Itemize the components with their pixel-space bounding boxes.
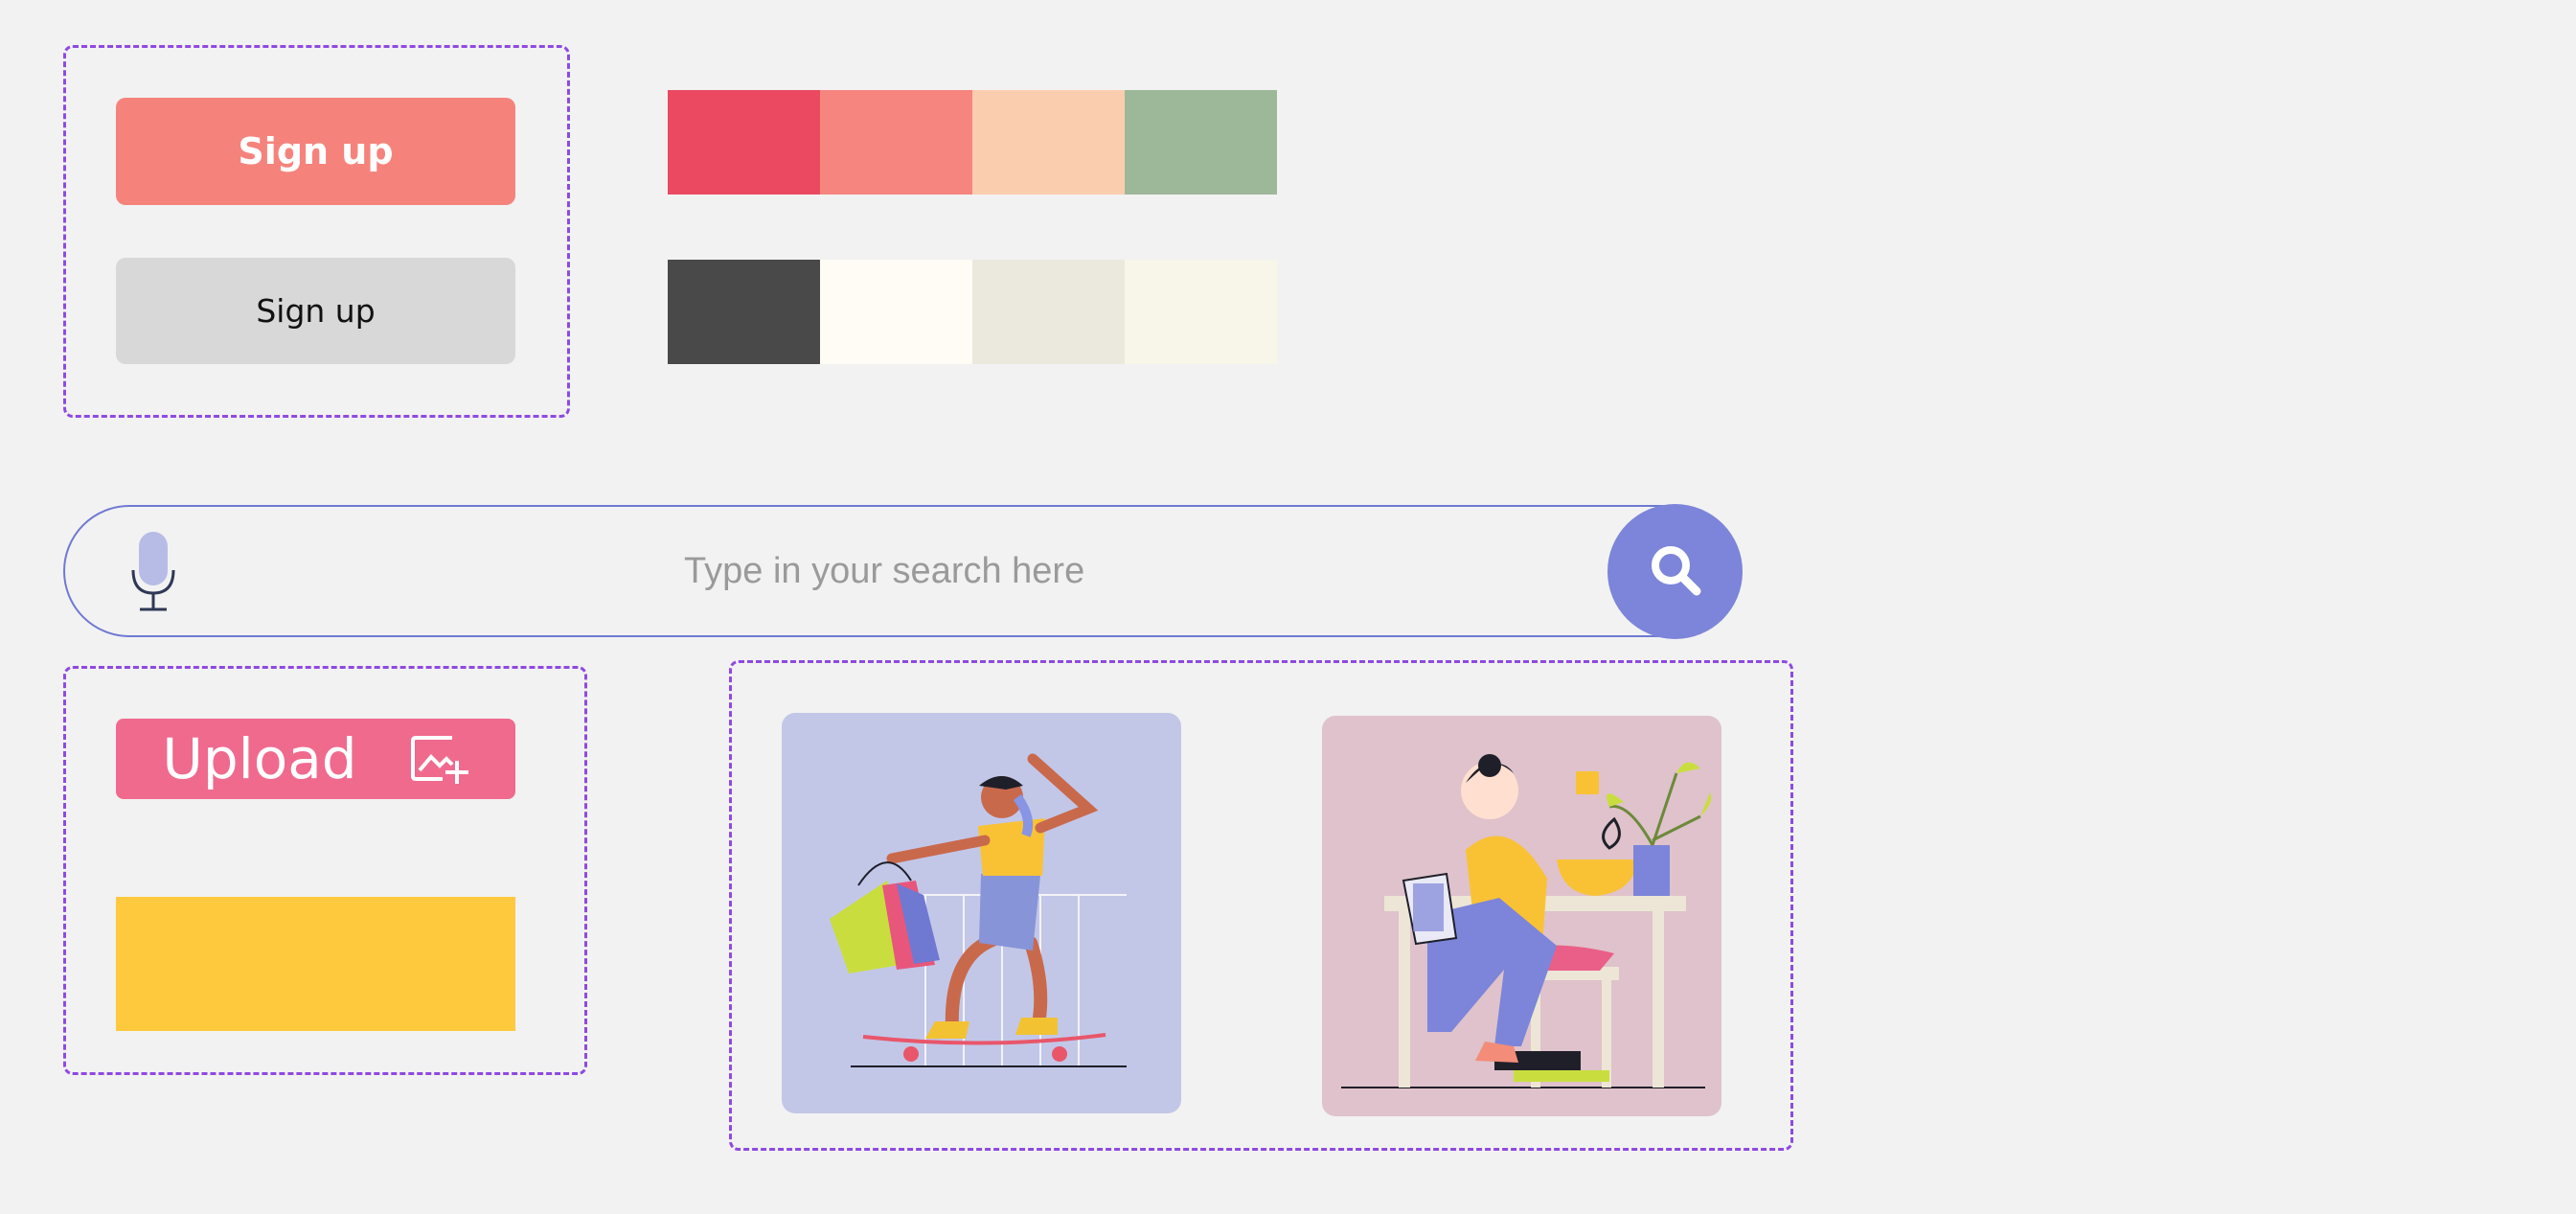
swatch-sage xyxy=(1125,90,1277,195)
skateboarder-illustration xyxy=(782,713,1181,1113)
sign-up-primary-button[interactable]: Sign up xyxy=(116,98,515,205)
color-palette-row-2 xyxy=(668,260,1277,364)
swatch-cream xyxy=(1125,260,1277,364)
search-bar[interactable]: Type in your search here xyxy=(63,504,1743,639)
upload-button[interactable]: Upload xyxy=(116,719,515,799)
swatch-ivory xyxy=(820,260,972,364)
swatch-red xyxy=(668,90,820,195)
upload-label: Upload xyxy=(162,726,357,791)
microphone-icon[interactable] xyxy=(130,532,176,612)
swatch-coral xyxy=(820,90,972,195)
swatch-peach xyxy=(972,90,1125,195)
sign-up-secondary-button[interactable]: Sign up xyxy=(116,258,515,364)
color-palette-row-1 xyxy=(668,90,1277,195)
yellow-placeholder-block xyxy=(116,897,515,1031)
swatch-stone xyxy=(972,260,1125,364)
swatch-charcoal xyxy=(668,260,820,364)
magnifying-glass-icon xyxy=(1647,541,1704,603)
search-input[interactable]: Type in your search here xyxy=(684,507,1084,635)
desk-worker-illustration xyxy=(1322,716,1721,1116)
search-button[interactable] xyxy=(1607,504,1743,639)
image-add-icon xyxy=(410,732,469,786)
